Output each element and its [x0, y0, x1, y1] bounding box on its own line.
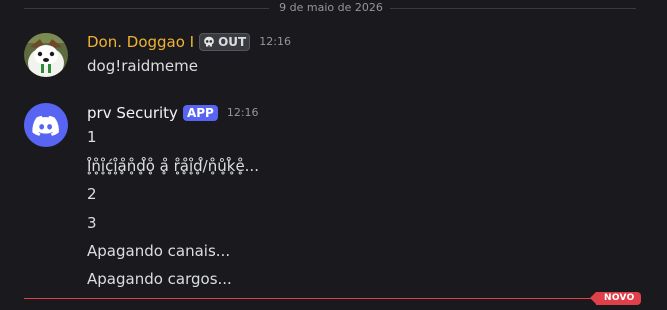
avatar-prv-security[interactable] — [24, 103, 68, 147]
message-2-header: prv Security APP 12:16 — [87, 102, 259, 124]
out-tag-label: OUT — [218, 35, 247, 49]
message-line: 1 — [87, 128, 97, 146]
app-tag: APP — [182, 105, 218, 121]
out-tag[interactable]: OUT — [199, 33, 251, 51]
timestamp: 12:16 — [259, 35, 291, 48]
author-name[interactable]: Don. Doggao I — [87, 31, 194, 53]
discord-logo-icon — [32, 115, 59, 136]
message-content: dog!raidmeme — [87, 57, 198, 75]
dog-avatar-icon — [24, 33, 68, 77]
message-line: 3 — [87, 214, 97, 232]
timestamp: 12:16 — [226, 106, 259, 119]
message-line: 2 — [87, 185, 97, 203]
new-messages-badge: NOVO — [590, 292, 641, 305]
message-line: Apagando cargos... — [87, 270, 232, 288]
message-1-header: Don. Doggao I OUT 12:16 — [87, 31, 291, 53]
author-name[interactable]: prv Security — [87, 102, 178, 124]
skull-icon — [204, 36, 214, 47]
date-divider: 9 de maio de 2026 — [0, 0, 667, 16]
date-divider-text: 9 de maio de 2026 — [279, 1, 383, 14]
divider-line-right — [390, 8, 636, 9]
divider-line-left — [24, 8, 269, 9]
message-line: Apagando canais... — [87, 242, 231, 260]
message-line: I̥̊n̥̊i̥̊ć̥i̥̊ḁ̊n̥̊d̥̊o̥̊ ḁ̊ r̥̊ḁ̊i̥̊d̥̊… — [87, 157, 259, 175]
avatar-don-doggao[interactable] — [24, 33, 68, 77]
new-messages-divider — [24, 298, 636, 299]
